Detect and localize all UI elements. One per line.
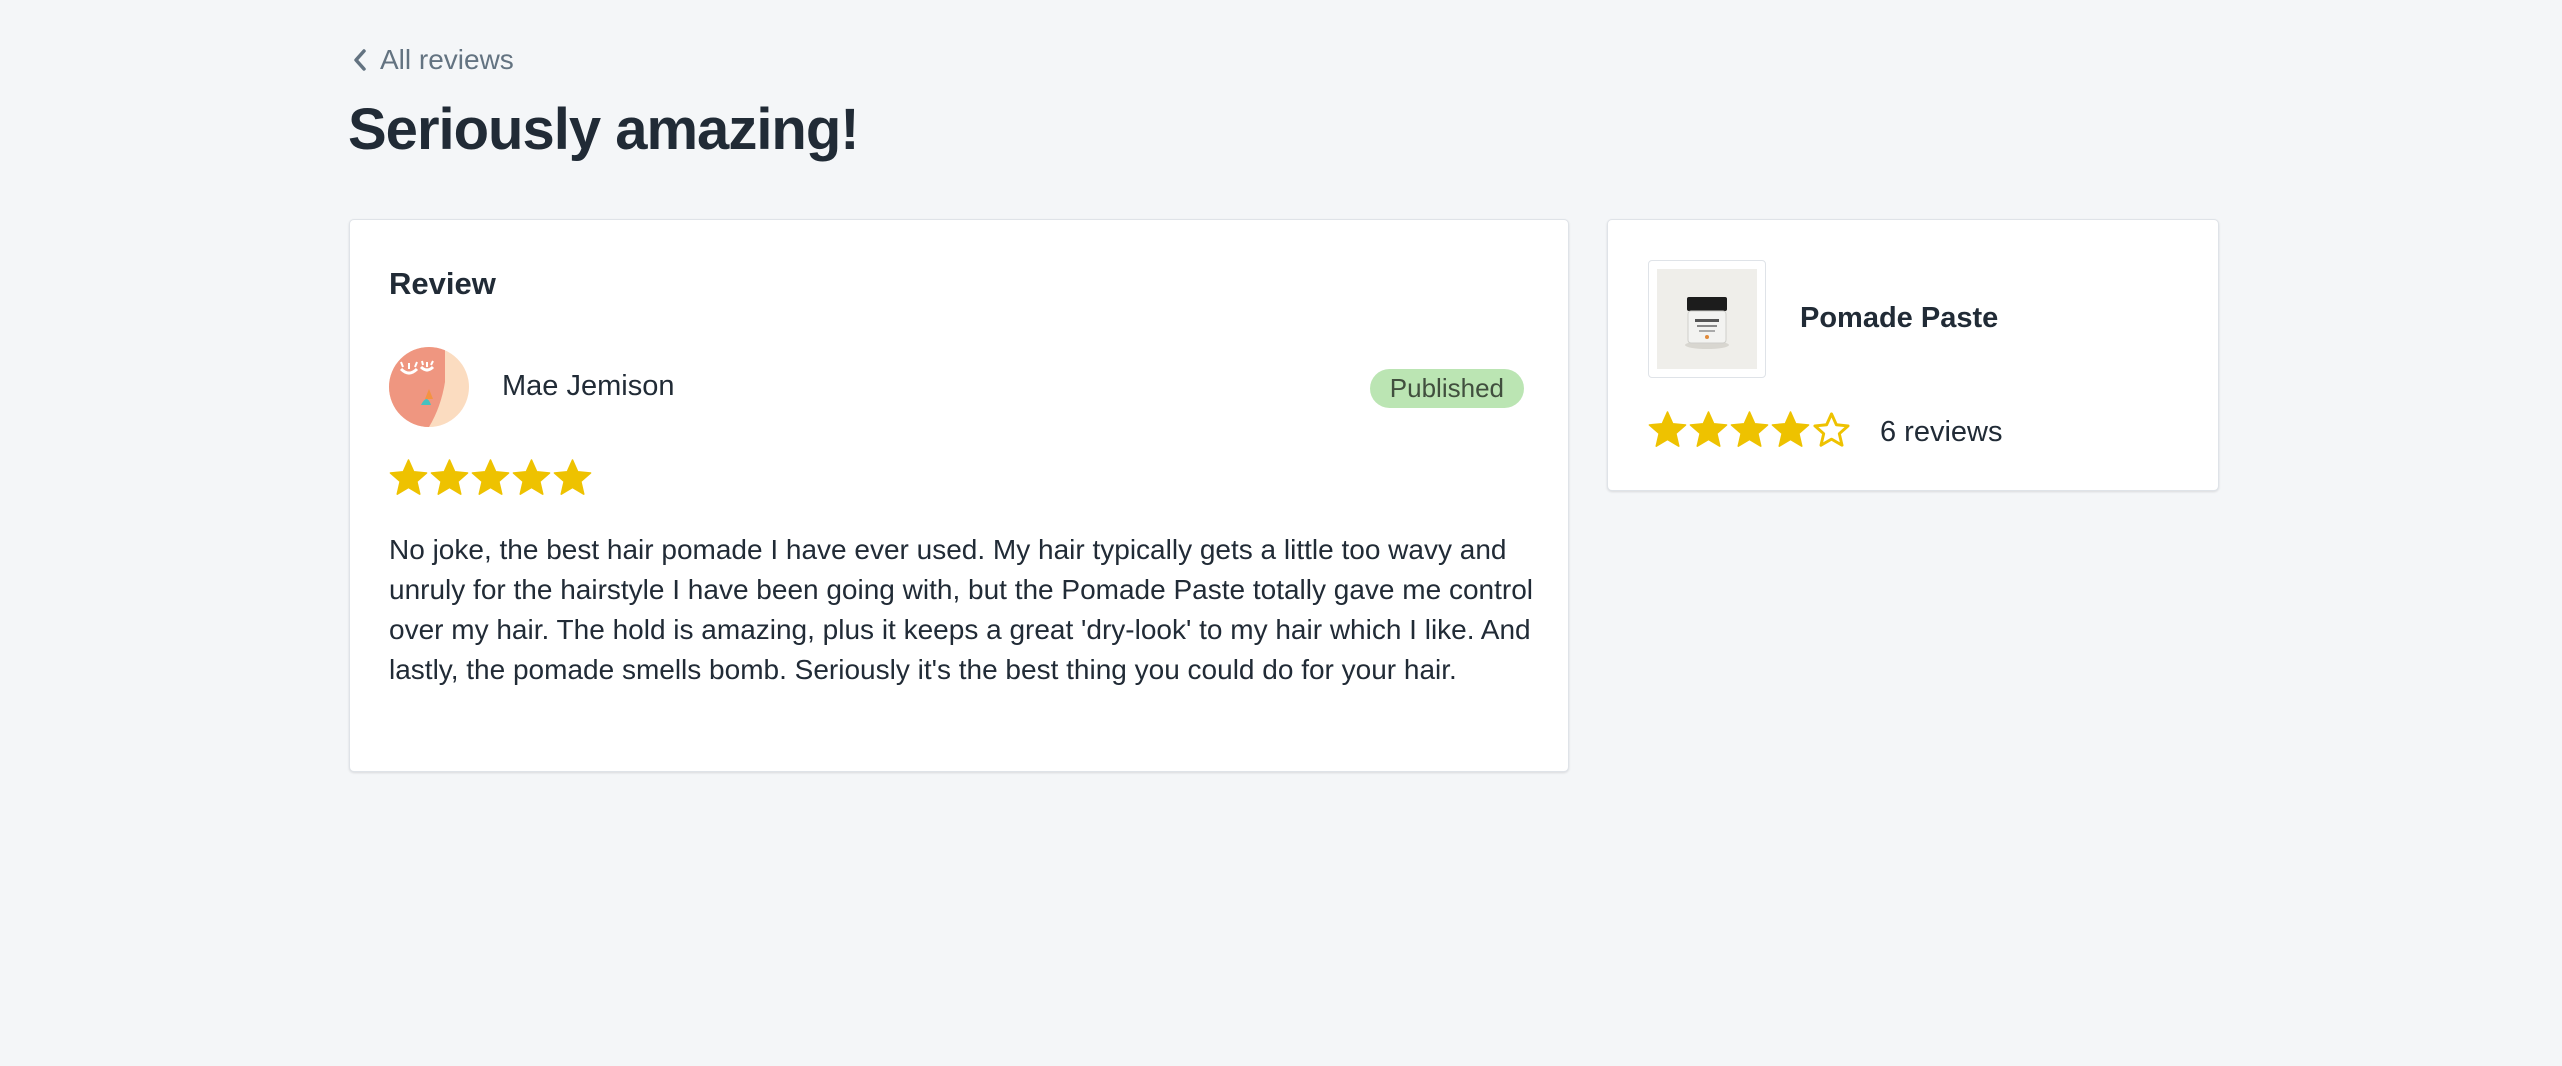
review-body: No joke, the best hair pomade I have eve… bbox=[389, 534, 1533, 685]
review-rating bbox=[389, 458, 592, 498]
star-filled-icon bbox=[553, 459, 592, 495]
back-link[interactable]: All reviews bbox=[350, 44, 514, 76]
review-card: Review Mae Jemison Published No joke, th… bbox=[349, 219, 1569, 772]
page-title: Seriously amazing! bbox=[348, 97, 860, 162]
star-filled-icon bbox=[1730, 411, 1769, 447]
review-card-heading: Review bbox=[389, 266, 496, 301]
avatar bbox=[389, 347, 469, 427]
star-filled-icon bbox=[1648, 411, 1687, 447]
star-filled-icon bbox=[471, 459, 510, 495]
reviewer-name: Mae Jemison bbox=[502, 370, 675, 402]
reviews-count[interactable]: 6 reviews bbox=[1880, 416, 2003, 449]
product-card: Pomade Paste 6 reviews bbox=[1607, 219, 2219, 491]
product-thumbnail[interactable] bbox=[1648, 260, 1766, 378]
star-filled-icon bbox=[512, 459, 551, 495]
star-filled-icon bbox=[1689, 411, 1728, 447]
product-name[interactable]: Pomade Paste bbox=[1800, 302, 1998, 335]
star-outline-icon bbox=[1813, 412, 1850, 447]
back-link-label: All reviews bbox=[380, 44, 514, 75]
star-filled-icon bbox=[1771, 411, 1810, 447]
product-rating bbox=[1648, 410, 1851, 450]
star-filled-icon bbox=[430, 459, 469, 495]
star-filled-icon bbox=[389, 459, 428, 495]
status-badge: Published bbox=[1369, 369, 1524, 408]
pomade-jar-image bbox=[1657, 269, 1757, 369]
chevron-left-icon bbox=[354, 49, 366, 71]
